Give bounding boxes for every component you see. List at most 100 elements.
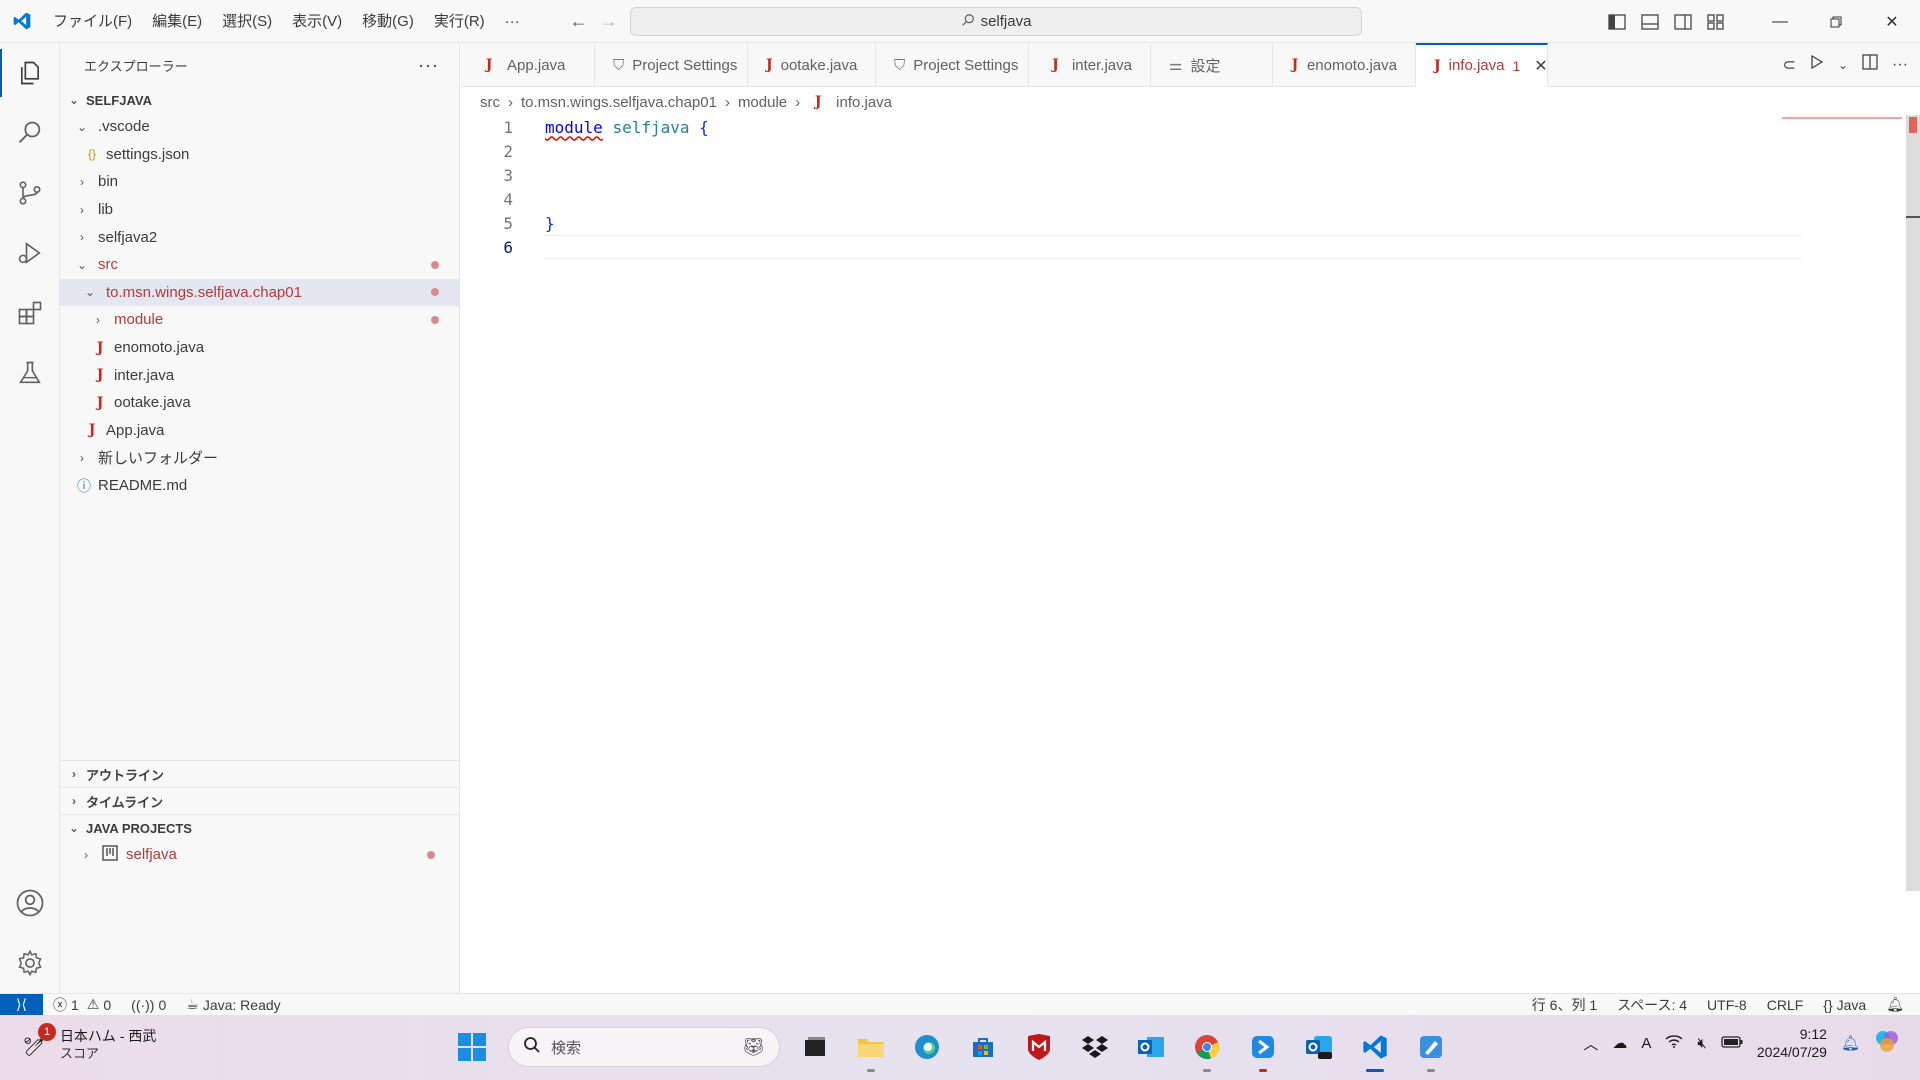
java-status[interactable]: ☕ Java: Ready (176, 994, 290, 1016)
ports-indicator[interactable]: ((·)) 0 (121, 994, 176, 1016)
close-tab-icon[interactable]: ✕ (1534, 56, 1547, 76)
menu-file[interactable]: ファイル(F) (43, 0, 142, 43)
editor-tab[interactable]: Jenomoto.java (1273, 43, 1416, 87)
close-window-icon[interactable]: ✕ (1864, 0, 1920, 43)
tree-item[interactable]: › lib (60, 196, 459, 224)
task-view-icon[interactable] (794, 1025, 836, 1069)
restore-icon[interactable] (1808, 0, 1864, 43)
forward-arrow-icon[interactable]: → (600, 11, 618, 32)
more-actions-icon[interactable]: ··· (1892, 56, 1908, 74)
tree-item[interactable]: › bin (60, 168, 459, 196)
cursor-position[interactable]: 行 6、列 1 (1522, 994, 1607, 1016)
battery-icon[interactable] (1721, 1035, 1743, 1052)
indentation[interactable]: スペース: 4 (1607, 994, 1697, 1016)
minimap[interactable] (1782, 117, 1902, 119)
remote-icon[interactable]: ⟩⟨ (0, 993, 43, 1016)
editor-tab[interactable]: ⛉ Project Settings (876, 43, 1029, 87)
editor-tab[interactable]: ⛉ Project Settings (595, 43, 748, 87)
widgets-news[interactable]: 🏏︎ 1 日本ハム - 西武 スコア (22, 1023, 156, 1063)
notifications-bell-icon[interactable]: 🔔︎ (1876, 994, 1920, 1016)
tree-item[interactable]: Jenomoto.java (60, 334, 459, 362)
tree-item[interactable]: › 新しいフォルダー (60, 444, 459, 472)
extensions-icon[interactable] (0, 283, 60, 343)
menu-edit[interactable]: 編集(E) (142, 0, 212, 43)
ms-store-icon[interactable] (962, 1025, 1004, 1069)
toggle-primary-sidebar-icon[interactable] (1600, 0, 1633, 43)
mcafee-icon[interactable] (1018, 1025, 1060, 1069)
manage-gear-icon[interactable] (0, 933, 60, 993)
split-editor-icon[interactable] (1862, 54, 1878, 75)
source-control-icon[interactable] (0, 163, 60, 223)
volume-muted-icon[interactable]: 🔇︎ (1697, 1035, 1706, 1052)
copilot-icon[interactable] (1874, 1028, 1900, 1058)
chevron-up-icon[interactable]: ︿ (1583, 1033, 1598, 1054)
breadcrumb-item[interactable]: module (738, 94, 787, 111)
workspace-root[interactable]: ⌄ SELFJAVA (60, 87, 459, 113)
problems-indicator[interactable]: ⓧ 1 ⚠ 0 (43, 994, 121, 1016)
customize-layout-icon[interactable] (1699, 0, 1732, 43)
more-actions-icon[interactable]: ··· (418, 55, 439, 76)
outline-section[interactable]: › アウトライン (60, 760, 460, 787)
run-debug-icon[interactable] (0, 223, 60, 283)
search-icon[interactable] (0, 103, 60, 163)
editor-tab[interactable]: Jootake.java (748, 43, 876, 87)
editor-scrollbar[interactable] (1906, 115, 1920, 891)
breadcrumb-item[interactable]: src (480, 94, 500, 111)
chevron-down-icon[interactable]: ⌄ (1838, 58, 1848, 72)
editor-tab[interactable]: ⚌ 設定 (1151, 43, 1273, 87)
editor-tab[interactable]: J App.java (461, 43, 595, 87)
breadcrumb-item[interactable]: info.java (836, 94, 892, 111)
explorer-icon[interactable] (0, 43, 60, 103)
tree-item[interactable]: ⌄ .vscode (60, 113, 459, 141)
dropbox-icon[interactable] (1074, 1025, 1116, 1069)
command-center-search[interactable]: selfjava (630, 7, 1362, 36)
menu-view[interactable]: 表示(V) (282, 0, 352, 43)
java-project-item[interactable]: › selfjava (60, 841, 460, 869)
menu-go[interactable]: 移動(G) (352, 0, 424, 43)
tree-item[interactable]: Jinter.java (60, 361, 459, 389)
taskbar-search-input[interactable]: 検索 🐯︎ (508, 1027, 780, 1067)
chrome-icon[interactable] (1186, 1025, 1228, 1072)
breadcrumb-item[interactable]: to.msn.wings.selfjava.chap01 (521, 94, 717, 111)
outlook-classic-icon[interactable] (1130, 1025, 1172, 1069)
tree-item[interactable]: › selfjava2 (60, 223, 459, 251)
editor-tab[interactable]: Jinter.java (1029, 43, 1151, 87)
tree-item[interactable]: Jootake.java (60, 389, 459, 417)
menu-run[interactable]: 実行(R) (424, 0, 495, 43)
back-arrow-icon[interactable]: ← (570, 11, 588, 32)
tree-item[interactable]: ⌄ src (60, 251, 459, 279)
onedrive-icon[interactable]: ☁ (1612, 1034, 1627, 1052)
edge-browser-icon[interactable] (906, 1025, 948, 1069)
code-editor[interactable]: 1 module selfjava { 2 3 4 5 } 6 (461, 115, 1920, 993)
notification-bell-icon[interactable]: 🔔︎ (1841, 1034, 1860, 1052)
menu-more[interactable]: ··· (495, 0, 530, 43)
toggle-secondary-sidebar-icon[interactable] (1666, 0, 1699, 43)
wifi-icon[interactable] (1665, 1034, 1683, 1052)
ime-icon[interactable]: A (1641, 1035, 1651, 1052)
tree-item[interactable]: ⌄ to.msn.wings.selfjava.chap01 (60, 278, 459, 307)
windows-start-icon[interactable] (450, 1025, 494, 1069)
editor-tab[interactable]: Jinfo.java 1 ✕ (1416, 43, 1548, 87)
menu-selection[interactable]: 選択(S) (212, 0, 282, 43)
account-icon[interactable] (0, 873, 60, 933)
encoding[interactable]: UTF-8 (1697, 994, 1757, 1016)
tree-item[interactable]: › module (60, 306, 459, 334)
minimize-icon[interactable]: — (1752, 0, 1808, 43)
run-icon[interactable] (1810, 54, 1824, 74)
new-outlook-icon[interactable] (1298, 1025, 1340, 1069)
vscode-taskbar-icon[interactable] (1354, 1025, 1396, 1072)
tree-item[interactable]: ⓘ README.md (60, 472, 459, 500)
clock[interactable]: 9:12 2024/07/29 (1757, 1025, 1827, 1061)
testing-icon[interactable] (0, 343, 60, 403)
file-explorer-icon[interactable] (850, 1025, 892, 1072)
timeline-section[interactable]: › タイムライン (60, 787, 460, 814)
tree-item[interactable]: J App.java (60, 417, 459, 445)
java-projects-section[interactable]: ⌄ JAVA PROJECTS (60, 814, 460, 841)
chevron-left-icon[interactable]: ⊂ (1783, 55, 1796, 75)
language-mode[interactable]: {} Java (1813, 994, 1876, 1016)
line-ending[interactable]: CRLF (1757, 994, 1814, 1016)
tree-item[interactable]: {} settings.json (60, 141, 459, 169)
snipping-tool-icon[interactable] (1242, 1025, 1284, 1072)
toggle-panel-icon[interactable] (1633, 0, 1666, 43)
paint-app-icon[interactable] (1410, 1025, 1452, 1072)
